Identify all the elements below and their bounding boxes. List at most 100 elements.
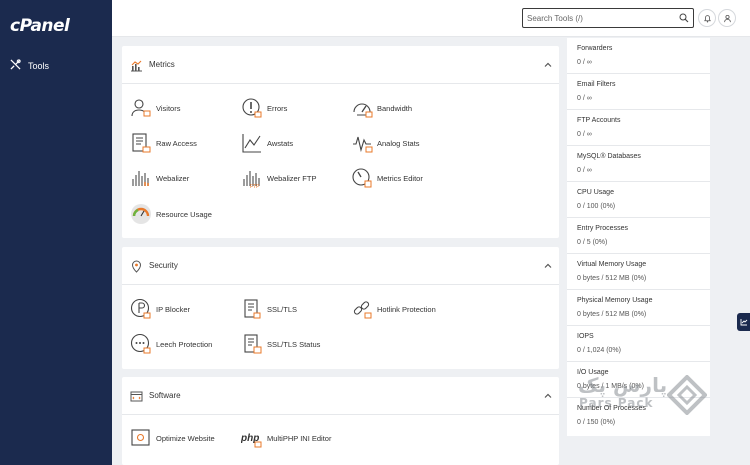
stat-virtual-memory-usage: Virtual Memory Usage 0 bytes / 512 MB (0…: [567, 254, 710, 290]
svg-text:FTP: FTP: [250, 184, 260, 189]
tool-visitors[interactable]: Visitors: [130, 95, 180, 121]
stat-value: 0 bytes / 512 MB (0%): [577, 275, 647, 282]
resource-usage-icon: [131, 204, 151, 224]
metrics-editor-icon: [352, 168, 372, 188]
stat-label: Virtual Memory Usage: [577, 261, 647, 268]
tool-label: Resource Usage: [156, 209, 212, 219]
tool-label: Raw Access: [156, 138, 197, 148]
tool-errors[interactable]: Errors: [241, 95, 287, 121]
section-title-software: Software: [149, 391, 181, 400]
stat-ftp-accounts: FTP Accounts 0 / ∞: [567, 110, 710, 146]
tool-label: SSL/TLS Status: [267, 339, 321, 349]
metrics-panel-header[interactable]: Metrics: [122, 46, 559, 84]
errors-icon: [242, 98, 262, 118]
chart-icon: [740, 319, 748, 326]
tool-label: SSL/TLS: [267, 304, 298, 314]
tool-label: Metrics Editor: [377, 173, 423, 183]
tool-leech-protection[interactable]: Leech Protection: [130, 331, 212, 357]
metrics-panel: Metrics Visitors Errors Bandwidth Raw Ac…: [122, 46, 559, 238]
stat-value: 0 / 100 (0%): [577, 203, 616, 210]
metrics-icon: [131, 60, 142, 72]
stat-label: IOPS: [577, 333, 594, 340]
chevron-up-icon[interactable]: [544, 61, 552, 69]
software-panel: Software Optimize Website php MultiPHP I…: [122, 377, 559, 465]
stat-label: Physical Memory Usage: [577, 297, 653, 304]
security-panel-header[interactable]: Security: [122, 247, 559, 285]
stat-value: 0 / 150 (0%): [577, 419, 616, 426]
sidebar: cPanel Tools: [0, 0, 112, 465]
tool-label: Errors: [267, 103, 288, 113]
tool-label: Leech Protection: [156, 339, 213, 349]
tool-label: Webalizer: [156, 173, 190, 183]
section-title-metrics: Metrics: [149, 60, 175, 69]
stat-label: Email Filters: [577, 81, 616, 88]
tool-label: Bandwidth: [377, 103, 413, 113]
multiphp-ini-editor-icon: php: [241, 433, 262, 448]
ssl-tls-icon: [244, 299, 261, 319]
tool-bandwidth[interactable]: Bandwidth: [351, 95, 412, 121]
stat-value: 0 / ∞: [577, 59, 592, 66]
chevron-up-icon[interactable]: [544, 392, 552, 400]
top-bar: [112, 0, 750, 37]
software-panel-header[interactable]: Software: [122, 377, 559, 415]
stat-value: 0 / ∞: [577, 131, 592, 138]
tool-label: Visitors: [156, 103, 181, 113]
leech-protection-icon: [130, 333, 151, 354]
hotlink-protection-icon: [353, 301, 372, 319]
tool-ssl-tls-status[interactable]: SSL/TLS Status: [241, 331, 320, 357]
stat-value: 0 / 5 (0%): [577, 239, 608, 246]
search-box[interactable]: [522, 8, 694, 28]
stat-iops: IOPS 0 / 1,024 (0%): [567, 326, 710, 362]
webalizer-ftp-icon: FTP: [243, 171, 260, 189]
tool-raw-access[interactable]: Raw Access: [130, 130, 197, 156]
tool-ssl-tls[interactable]: SSL/TLS: [241, 296, 297, 322]
parspack-watermark: پارس پک Pars Pack: [572, 372, 712, 417]
side-panel-toggle[interactable]: [737, 313, 750, 331]
tool-label: Hotlink Protection: [377, 304, 436, 314]
tool-optimize-website[interactable]: Optimize Website: [130, 425, 215, 451]
sidebar-item-label: Tools: [28, 60, 50, 71]
stat-value: 0 / 1,024 (0%): [577, 347, 621, 354]
tool-label: MultiPHP INI Editor: [267, 433, 332, 443]
tool-label: Webalizer FTP: [267, 173, 317, 183]
security-icon: [131, 260, 142, 273]
tool-ip-blocker[interactable]: IP Blocker: [130, 296, 190, 322]
tool-resource-usage[interactable]: Resource Usage: [130, 201, 212, 227]
search-icon[interactable]: [679, 13, 689, 23]
stat-mysql-databases: MySQL® Databases 0 / ∞: [567, 146, 710, 182]
ssl-tls-status-icon: [244, 334, 262, 354]
tool-multiphp-ini-editor[interactable]: php MultiPHP INI Editor: [241, 425, 331, 451]
parspack-logo-icon: [667, 375, 707, 415]
tool-analog-stats[interactable]: Analog Stats: [351, 130, 420, 156]
raw-access-icon: [132, 133, 151, 153]
tool-label: Optimize Website: [156, 433, 215, 443]
security-panel: Security IP Blocker SSL/TLS Hotlink Prot…: [122, 247, 559, 369]
tool-hotlink-protection[interactable]: Hotlink Protection: [351, 296, 436, 322]
stat-label: MySQL® Databases: [577, 153, 641, 160]
stat-value: 0 / ∞: [577, 95, 592, 102]
visitors-icon: [131, 99, 151, 117]
stat-label: CPU Usage: [577, 189, 614, 196]
tool-label: Awstats: [267, 138, 294, 148]
section-title-security: Security: [149, 261, 178, 270]
tool-label: IP Blocker: [156, 304, 191, 314]
bandwidth-icon: [353, 103, 373, 118]
tool-webalizer-ftp[interactable]: FTP Webalizer FTP: [241, 165, 316, 191]
tool-webalizer[interactable]: Webalizer: [130, 165, 189, 191]
stat-label: Forwarders: [577, 45, 613, 52]
tool-metrics-editor[interactable]: Metrics Editor: [351, 165, 423, 191]
user-menu-button[interactable]: [718, 9, 736, 27]
notifications-button[interactable]: [698, 9, 716, 27]
stat-label: FTP Accounts: [577, 117, 621, 124]
watermark-subtext: Pars Pack: [579, 396, 654, 410]
cpanel-logo[interactable]: cPanel: [10, 16, 70, 36]
stat-forwarders: Forwarders 0 / ∞: [567, 38, 710, 74]
search-input[interactable]: [523, 13, 673, 23]
analog-stats-icon: [353, 136, 373, 153]
sidebar-item-tools[interactable]: Tools: [10, 59, 49, 72]
awstats-icon: [242, 134, 261, 153]
bell-icon: [703, 14, 711, 22]
tool-awstats[interactable]: Awstats: [241, 130, 293, 156]
tools-icon: [10, 59, 21, 72]
chevron-up-icon[interactable]: [544, 262, 552, 270]
